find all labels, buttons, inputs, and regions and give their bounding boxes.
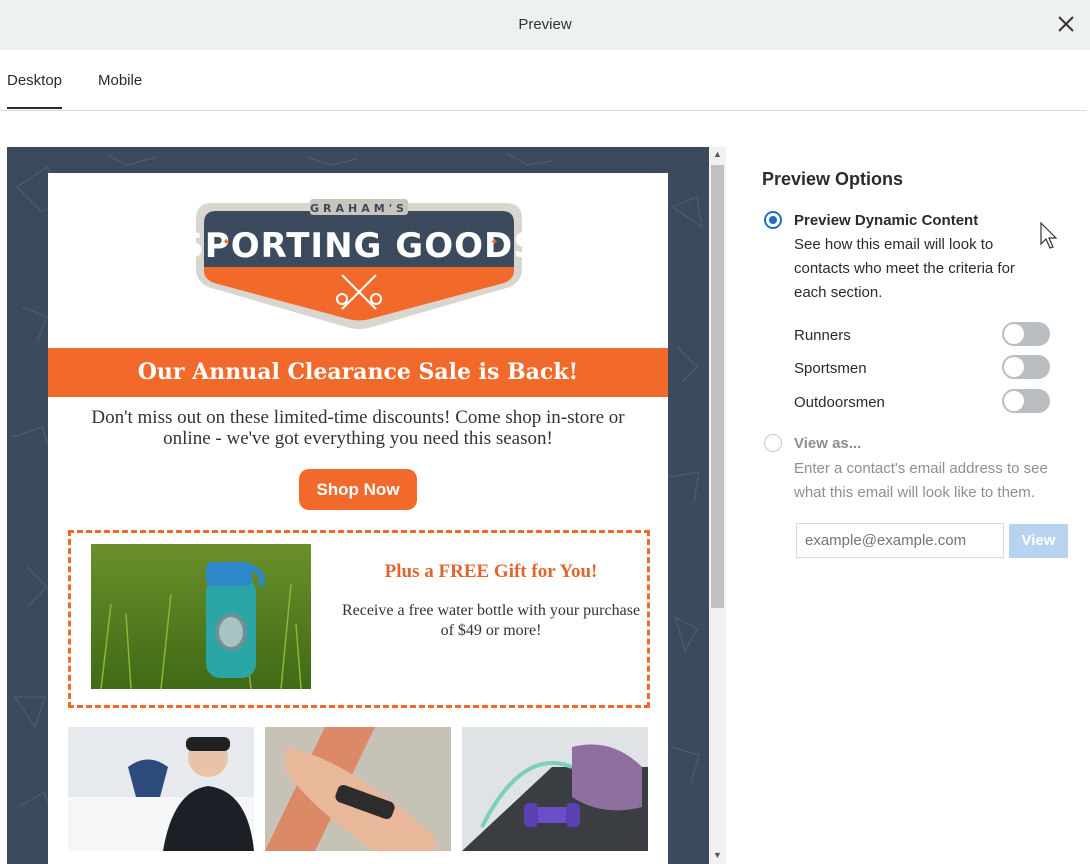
shop-now-button[interactable]: Shop Now (299, 469, 417, 510)
segment-label-sportsmen: Sportsmen (794, 360, 867, 377)
segment-toggle-sportsmen[interactable] (1002, 355, 1050, 379)
scroll-thumb[interactable] (711, 165, 724, 608)
device-tabs: Desktop Mobile (0, 50, 1086, 111)
options-title: Preview Options (762, 169, 904, 189)
gift-title: Plus a FREE Gift for You! (384, 561, 598, 582)
dynamic-content-radio[interactable] (764, 211, 782, 229)
view-as-label[interactable]: View as... (794, 435, 861, 452)
preview-header: Preview (0, 0, 1090, 50)
segment-label-outdoorsmen: Outdoorsmen (794, 394, 885, 411)
contact-email-input[interactable] (796, 523, 1004, 558)
preview-options-panel: Preview Options Preview Dynamic Content … (762, 169, 1072, 558)
segment-toggle-outdoorsmen[interactable] (1002, 389, 1050, 413)
fitness-tracker-photo (265, 727, 451, 851)
gym-equipment-photo (462, 727, 648, 851)
view-button[interactable]: View (1009, 524, 1068, 558)
scroll-up-icon[interactable]: ▲ (712, 149, 723, 160)
segment-toggle-runners[interactable] (1002, 322, 1050, 346)
preview-scrollbar[interactable]: ▲ ▼ (709, 147, 726, 864)
close-icon[interactable] (1054, 12, 1078, 36)
view-as-description: Enter a contact's email address to see w… (794, 460, 1048, 501)
sale-banner: Our Annual Clearance Sale is Back! (48, 348, 668, 397)
window-title: Preview (518, 16, 572, 33)
svg-text:GRAHAM'S: GRAHAM'S (310, 202, 408, 215)
tab-mobile[interactable]: Mobile (98, 72, 142, 89)
tab-desktop[interactable]: Desktop (7, 72, 63, 109)
snowboarder-photo (68, 727, 254, 851)
intro-text: Don't miss out on these limited-time dis… (91, 407, 625, 449)
water-bottle-photo (91, 544, 311, 689)
gift-text: Receive a free water bottle with your pu… (341, 602, 641, 639)
dynamic-content-description: See how this email will look to contacts… (794, 236, 1015, 301)
gift-box: Plus a FREE Gift for You! Receive a free… (68, 530, 650, 708)
store-logo: GRAHAM'S SPORTING GOODS ✦ ✦ (192, 199, 526, 329)
email-preview-frame: GRAHAM'S SPORTING GOODS ✦ ✦ Our Annual Cl… (7, 147, 709, 864)
mouse-cursor-icon (1040, 222, 1058, 249)
view-as-radio[interactable] (764, 434, 782, 452)
email-body: GRAHAM'S SPORTING GOODS ✦ ✦ Our Annual Cl… (48, 173, 668, 864)
segment-label-runners: Runners (794, 327, 851, 344)
scroll-down-icon[interactable]: ▼ (712, 850, 723, 861)
dynamic-content-label[interactable]: Preview Dynamic Content (794, 212, 978, 229)
svg-text:SPORTING GOODS: SPORTING GOODS (192, 226, 526, 266)
svg-text:✦: ✦ (490, 237, 498, 248)
svg-text:✦: ✦ (222, 237, 230, 248)
